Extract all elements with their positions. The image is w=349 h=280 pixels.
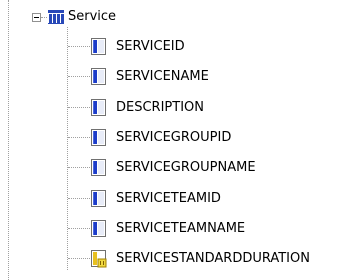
numeric-field-icon [91,250,108,268]
tree-connector [68,167,90,168]
table-icon [48,9,64,25]
tree-node-label: DESCRIPTION [116,100,204,115]
tree-connector [68,228,90,229]
field-icon [91,159,108,177]
tree-node-label: SERVICETEAMNAME [116,221,246,236]
tree-connector [68,198,90,199]
tree-guide-line [67,27,68,270]
tree-node-field[interactable]: SERVICEID [91,37,187,57]
tree-node-field[interactable]: SERVICESTANDARDDURATION [91,249,312,269]
tree-node-field[interactable]: SERVICEGROUPID [91,128,233,148]
tree-node-field[interactable]: SERVICENAME [91,67,211,87]
field-icon [91,99,108,117]
tree-node-label: SERVICETEAMID [116,191,221,206]
tree-node-field[interactable]: SERVICETEAMID [91,189,223,209]
tree-connector [68,258,90,259]
tree-connector [68,76,90,77]
tree-node-label: Service [68,9,117,24]
tree-connector [68,107,90,108]
field-icon [91,38,108,56]
tree-node-service[interactable]: Service [48,7,118,27]
tree-node-label: SERVICENAME [116,69,209,84]
tree-node-field[interactable]: SERVICETEAMNAME [91,219,247,239]
collapse-toggle[interactable] [32,13,41,22]
tree-node-field[interactable]: DESCRIPTION [91,98,206,118]
tree-guide-line [8,0,9,280]
tree-connector [68,46,90,47]
tree-node-label: SERVICESTANDARDDURATION [116,251,310,266]
tree-node-label: SERVICEGROUPID [116,130,232,145]
field-icon [91,220,108,238]
field-icon [91,68,108,86]
field-icon [91,129,108,147]
tree-connector [68,137,90,138]
field-icon [91,190,108,208]
tree-view: Service SERVICEID SERVICENAME DESCRIPTION S… [0,0,349,280]
tree-connector [41,17,47,18]
tree-node-field[interactable]: SERVICEGROUPNAME [91,158,258,178]
tree-node-label: SERVICEID [116,39,185,54]
tree-node-label: SERVICEGROUPNAME [116,160,256,175]
